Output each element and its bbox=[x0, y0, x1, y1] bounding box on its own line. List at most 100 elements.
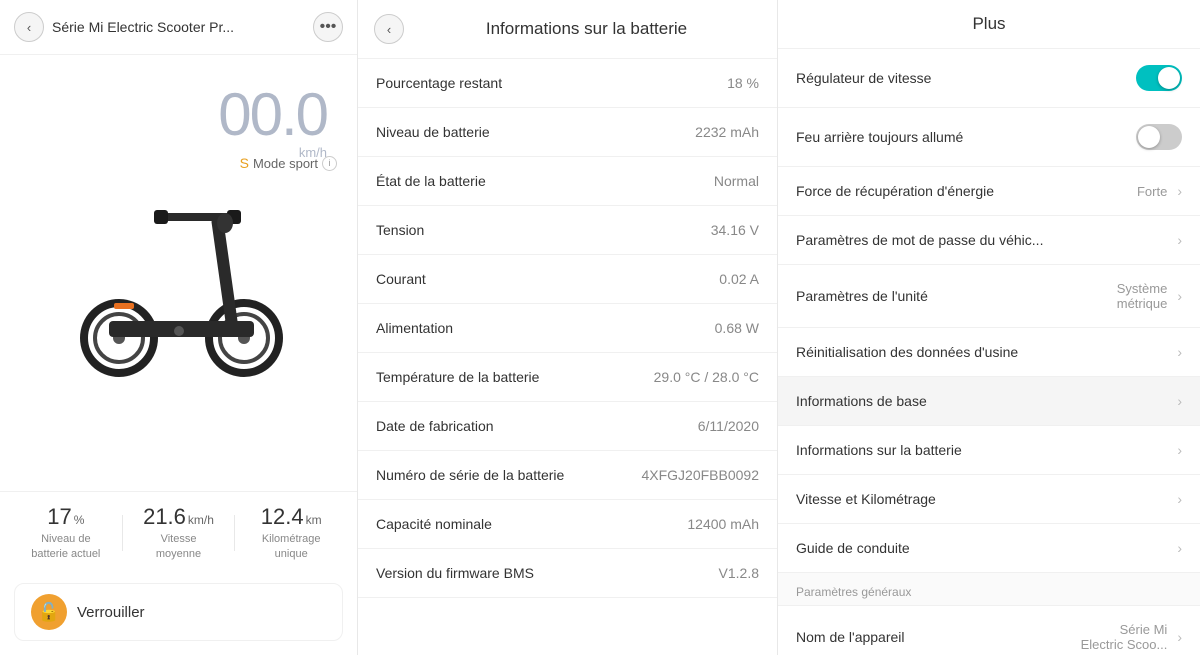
chevron-icon: › bbox=[1177, 442, 1182, 458]
mode-label: Mode sport bbox=[253, 156, 318, 171]
battery-row-6: Température de la batterie 29.0 °C / 28.… bbox=[358, 353, 777, 402]
battery-row-label: Capacité nominale bbox=[376, 516, 492, 532]
battery-row-4: Courant 0.02 A bbox=[358, 255, 777, 304]
battery-row-value: 0.68 W bbox=[715, 320, 759, 336]
battery-value: 17 bbox=[47, 504, 71, 530]
sport-icon: S bbox=[240, 155, 249, 171]
chevron-icon: › bbox=[1177, 491, 1182, 507]
battery-row-label: État de la batterie bbox=[376, 173, 486, 189]
mid-panel-title: Informations sur la batterie bbox=[412, 19, 761, 39]
chevron-icon: › bbox=[1177, 288, 1182, 304]
scooter-area: 00.0 km/h S Mode sport i bbox=[0, 55, 357, 491]
chevron-icon: › bbox=[1177, 344, 1182, 360]
right-header: Plus bbox=[778, 0, 1200, 49]
battery-row-9: Capacité nominale 12400 mAh bbox=[358, 500, 777, 549]
km-unit: km bbox=[306, 513, 322, 527]
section-header-general: Paramètres généraux bbox=[778, 573, 1200, 606]
stat-speed: 21.6 km/h Vitessemoyenne bbox=[123, 504, 235, 561]
battery-row-value: 34.16 V bbox=[711, 222, 759, 238]
left-panel: ‹ Série Mi Electric Scooter Pr... ••• 00… bbox=[0, 0, 358, 655]
mode-row: S Mode sport i bbox=[240, 155, 337, 171]
settings-row-label: Réinitialisation des données d'usine bbox=[796, 344, 1177, 360]
lock-button[interactable]: 🔓 Verrouiller bbox=[14, 583, 343, 641]
settings-row-1[interactable]: Feu arrière toujours allumé bbox=[778, 108, 1200, 167]
settings-row-3[interactable]: Paramètres de mot de passe du véhic... › bbox=[778, 216, 1200, 265]
battery-row-value: 2232 mAh bbox=[695, 124, 759, 140]
settings-row-label: Force de récupération d'énergie bbox=[796, 183, 1137, 199]
left-back-button[interactable]: ‹ bbox=[14, 12, 44, 42]
chevron-icon: › bbox=[1177, 540, 1182, 556]
lock-label: Verrouiller bbox=[77, 604, 145, 621]
battery-row-1: Niveau de batterie 2232 mAh bbox=[358, 108, 777, 157]
battery-row-label: Date de fabrication bbox=[376, 418, 494, 434]
settings-bottom-sub: Série Mi Electric Scoo... bbox=[1081, 622, 1168, 652]
section-header-text: Paramètres généraux bbox=[796, 585, 911, 599]
settings-row-sub: Système métrique bbox=[1117, 281, 1168, 311]
settings-bottom-label: Nom de l'appareil bbox=[796, 629, 1081, 645]
km-label: Kilométrageunique bbox=[235, 532, 347, 561]
settings-row-2[interactable]: Force de récupération d'énergie Forte › bbox=[778, 167, 1200, 216]
settings-bottom-row-0[interactable]: Nom de l'appareil Série Mi Electric Scoo… bbox=[778, 606, 1200, 655]
battery-info-list: Pourcentage restant 18 % Niveau de batte… bbox=[358, 59, 777, 655]
battery-row-2: État de la batterie Normal bbox=[358, 157, 777, 206]
info-icon[interactable]: i bbox=[322, 156, 337, 171]
battery-row-value: 0.02 A bbox=[719, 271, 759, 287]
battery-row-label: Température de la batterie bbox=[376, 369, 539, 385]
battery-row-3: Tension 34.16 V bbox=[358, 206, 777, 255]
middle-panel: ‹ Informations sur la batterie Pourcenta… bbox=[358, 0, 778, 655]
toggle-thumb bbox=[1138, 126, 1160, 148]
settings-row-label: Vitesse et Kilométrage bbox=[796, 491, 1177, 507]
settings-row-sub: Forte bbox=[1137, 184, 1167, 199]
settings-row-5[interactable]: Réinitialisation des données d'usine › bbox=[778, 328, 1200, 377]
mid-back-button[interactable]: ‹ bbox=[374, 14, 404, 44]
battery-row-10: Version du firmware BMS V1.2.8 bbox=[358, 549, 777, 598]
settings-row-label: Informations sur la batterie bbox=[796, 442, 1177, 458]
speed-display: 00.0 km/h bbox=[218, 85, 327, 160]
battery-label: Niveau debatterie actuel bbox=[10, 532, 122, 561]
settings-row-label: Paramètres de l'unité bbox=[796, 288, 1117, 304]
settings-row-label: Informations de base bbox=[796, 393, 1177, 409]
settings-row-8[interactable]: Vitesse et Kilométrage › bbox=[778, 475, 1200, 524]
settings-row-0[interactable]: Régulateur de vitesse bbox=[778, 49, 1200, 108]
speed-value: 21.6 bbox=[143, 504, 186, 530]
chevron-icon: › bbox=[1177, 183, 1182, 199]
more-button[interactable]: ••• bbox=[313, 12, 343, 42]
battery-row-value: 29.0 °C / 28.0 °C bbox=[654, 369, 759, 385]
battery-row-label: Courant bbox=[376, 271, 426, 287]
battery-row-0: Pourcentage restant 18 % bbox=[358, 59, 777, 108]
battery-row-label: Tension bbox=[376, 222, 424, 238]
settings-row-7[interactable]: Informations sur la batterie › bbox=[778, 426, 1200, 475]
speed-avg-unit: km/h bbox=[188, 513, 214, 527]
settings-row-9[interactable]: Guide de conduite › bbox=[778, 524, 1200, 573]
settings-row-label: Paramètres de mot de passe du véhic... bbox=[796, 232, 1177, 248]
battery-row-7: Date de fabrication 6/11/2020 bbox=[358, 402, 777, 451]
stat-km: 12.4 km Kilométrageunique bbox=[235, 504, 347, 561]
battery-row-value: 6/11/2020 bbox=[698, 418, 759, 434]
lock-icon: 🔓 bbox=[31, 594, 67, 630]
battery-row-value: V1.2.8 bbox=[719, 565, 759, 581]
battery-row-label: Numéro de série de la batterie bbox=[376, 467, 564, 483]
left-panel-title: Série Mi Electric Scooter Pr... bbox=[52, 19, 305, 35]
battery-row-value: 18 % bbox=[727, 75, 759, 91]
battery-row-value: 12400 mAh bbox=[687, 516, 759, 532]
battery-row-label: Pourcentage restant bbox=[376, 75, 502, 91]
settings-row-label: Régulateur de vitesse bbox=[796, 70, 1136, 86]
battery-unit: % bbox=[74, 513, 85, 527]
settings-list: Régulateur de vitesse Feu arrière toujou… bbox=[778, 49, 1200, 655]
stat-battery: 17 % Niveau debatterie actuel bbox=[10, 504, 122, 561]
battery-row-value: 4XFGJ20FBB0092 bbox=[641, 467, 759, 483]
chevron-icon: › bbox=[1177, 232, 1182, 248]
left-header: ‹ Série Mi Electric Scooter Pr... ••• bbox=[0, 0, 357, 55]
battery-row-label: Alimentation bbox=[376, 320, 453, 336]
toggle-1[interactable] bbox=[1136, 124, 1182, 150]
right-panel: Plus Régulateur de vitesse Feu arrière t… bbox=[778, 0, 1200, 655]
battery-row-8: Numéro de série de la batterie 4XFGJ20FB… bbox=[358, 451, 777, 500]
toggle-0[interactable] bbox=[1136, 65, 1182, 91]
battery-row-label: Niveau de batterie bbox=[376, 124, 490, 140]
right-panel-title: Plus bbox=[794, 14, 1184, 34]
battery-row-value: Normal bbox=[714, 173, 759, 189]
km-value: 12.4 bbox=[261, 504, 304, 530]
settings-row-6[interactable]: Informations de base › bbox=[778, 377, 1200, 426]
lock-bar: 🔓 Verrouiller bbox=[0, 573, 357, 655]
settings-row-4[interactable]: Paramètres de l'unité Système métrique › bbox=[778, 265, 1200, 328]
